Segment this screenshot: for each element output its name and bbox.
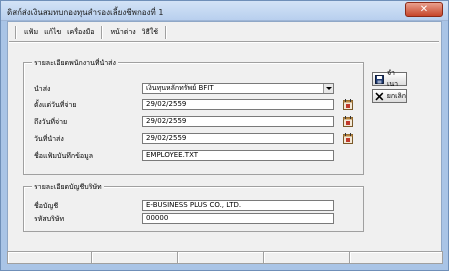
- menu-help[interactable]: วิธีใช้: [139, 27, 161, 38]
- file-name-field[interactable]: EMPLOYEE.TXT: [142, 150, 334, 161]
- account-name-field[interactable]: E-BUSINESS PLUS CO., LTD.: [142, 200, 334, 211]
- close-icon: ✕: [419, 4, 429, 15]
- menu-bar: แฟ้ม แก้ไข เครื่องมือ หน้าต่าง วิธีใช้: [11, 24, 329, 40]
- status-bar: [7, 251, 443, 264]
- chevron-down-icon[interactable]: [323, 84, 333, 93]
- start-date-field[interactable]: 29/02/2559: [142, 99, 334, 110]
- status-panel: [7, 251, 91, 264]
- menu-window[interactable]: หน้าต่าง: [107, 27, 138, 38]
- account-name-label: ชื่อบัญชี: [34, 202, 59, 210]
- menu-tools[interactable]: เครื่องมือ: [64, 27, 97, 38]
- company-code-label: รหัสบริษัท: [34, 215, 65, 223]
- cancel-button-label: ยกเลิก: [386, 91, 406, 100]
- menu-separator: [15, 25, 17, 39]
- end-date-field[interactable]: 29/02/2559: [142, 116, 334, 127]
- status-panel: [349, 251, 443, 264]
- start-date-label: ตั้งแต่วันที่จ่าย: [34, 101, 77, 109]
- calendar-icon[interactable]: [343, 116, 353, 127]
- close-button[interactable]: ✕: [405, 2, 443, 17]
- x-icon: [375, 92, 384, 100]
- deliver-label: นำส่ง: [34, 85, 51, 93]
- status-panel: [263, 251, 349, 264]
- status-panel: [177, 251, 263, 264]
- cancel-button[interactable]: ยกเลิก: [372, 89, 407, 103]
- window-title: ดิสก์ส่งเงินสมทบกองทุนสำรองเลี้ยงชีพกองท…: [7, 8, 164, 17]
- menu-separator: [165, 25, 168, 39]
- employee-details-legend: รายละเอียดพนักงานที่นำส่ง: [32, 58, 118, 69]
- submit-date-label: วันที่นำส่ง: [34, 135, 64, 143]
- menu-divider: [9, 41, 439, 43]
- company-code-field[interactable]: 00000: [142, 213, 334, 224]
- menu-file[interactable]: แฟ้ม: [21, 27, 41, 38]
- account-details-legend: รายละเอียดบัญชีบริษัท: [32, 182, 104, 193]
- app-window: ดิสก์ส่งเงินสมทบกองทุนสำรองเลี้ยงชีพกองท…: [0, 0, 449, 271]
- status-panel: [91, 251, 177, 264]
- file-name-label: ชื่อแฟ้มบันทึกข้อมูล: [34, 152, 94, 160]
- title-bar[interactable]: ดิสก์ส่งเงินสมทบกองทุนสำรองเลี้ยงชีพกองท…: [1, 1, 448, 21]
- calendar-icon[interactable]: [343, 133, 353, 144]
- calendar-icon[interactable]: [343, 99, 353, 110]
- deliver-value: เงินทุนหลักทรัพย์ BFIT: [146, 84, 214, 92]
- menu-edit[interactable]: แก้ไข: [41, 27, 64, 38]
- menu-separator: [101, 25, 104, 39]
- deliver-select[interactable]: เงินทุนหลักทรัพย์ BFIT: [142, 83, 334, 94]
- save-button[interactable]: จำเนา: [372, 69, 407, 88]
- end-date-label: ถึงวันที่จ่าย: [34, 118, 68, 126]
- floppy-disk-icon: [375, 74, 384, 84]
- submit-date-field[interactable]: 29/02/2559: [142, 133, 334, 144]
- save-button-label: จำเนา: [386, 69, 399, 88]
